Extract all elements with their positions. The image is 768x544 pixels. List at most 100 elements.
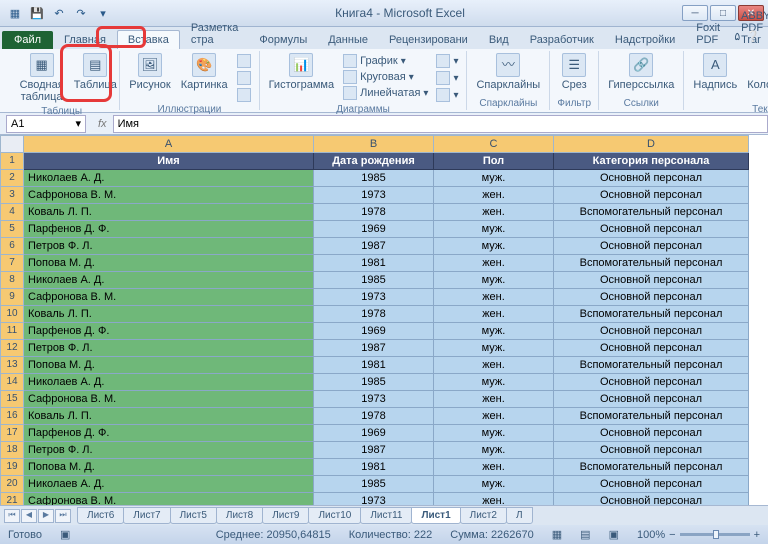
col-header-D[interactable]: D	[554, 135, 749, 153]
cell-name[interactable]: Сафронова В. М.	[24, 493, 314, 505]
formula-bar[interactable]: Имя	[113, 115, 768, 133]
cell-name[interactable]: Коваль Л. П.	[24, 306, 314, 323]
cell-year[interactable]: 1973	[314, 391, 434, 408]
qat-dropdown-icon[interactable]: ▾	[94, 4, 112, 22]
tab-insert[interactable]: Вставка	[117, 30, 180, 49]
cell-category[interactable]: Основной персонал	[554, 272, 749, 289]
cell-gender[interactable]: муж.	[434, 476, 554, 493]
screenshot-button[interactable]	[234, 87, 254, 103]
cell-name[interactable]: Петров Ф. Л.	[24, 442, 314, 459]
clipart-button[interactable]: 🎨Картинка	[177, 51, 232, 93]
row-header[interactable]: 11	[0, 323, 24, 340]
cell-year[interactable]: 1973	[314, 289, 434, 306]
cell-category[interactable]: Основной персонал	[554, 289, 749, 306]
sheet-nav-next[interactable]: ▶	[38, 509, 54, 523]
tab-view[interactable]: Вид	[479, 31, 519, 49]
row-header-1[interactable]: 1	[0, 153, 24, 170]
cell-gender[interactable]: муж.	[434, 170, 554, 187]
cell-name[interactable]: Николаев А. Д.	[24, 272, 314, 289]
cell-year[interactable]: 1978	[314, 204, 434, 221]
pivot-table-button[interactable]: ▦Сводная таблица	[9, 51, 74, 105]
cell-gender[interactable]: муж.	[434, 374, 554, 391]
cell-gender[interactable]: жен.	[434, 187, 554, 204]
sheet-tab[interactable]: Лист10	[308, 507, 361, 524]
cell-year[interactable]: 1981	[314, 255, 434, 272]
bar-chart-button[interactable]: Линейчатая ▾	[340, 85, 431, 101]
tab-data[interactable]: Данные	[318, 31, 378, 49]
smartart-button[interactable]	[234, 70, 254, 86]
cell-gender[interactable]: жен.	[434, 255, 554, 272]
file-tab[interactable]: Файл	[2, 31, 53, 49]
line-chart-button[interactable]: График ▾	[340, 53, 431, 69]
cell-category[interactable]: Основной персонал	[554, 221, 749, 238]
cell-name[interactable]: Попова М. Д.	[24, 459, 314, 476]
save-icon[interactable]: 💾	[28, 4, 46, 22]
sheet-tab[interactable]: Лист7	[123, 507, 170, 524]
cell-year[interactable]: 1973	[314, 187, 434, 204]
cell-category[interactable]: Основной персонал	[554, 170, 749, 187]
sheet-tab[interactable]: Лист9	[262, 507, 309, 524]
view-normal-icon[interactable]: ▦	[552, 528, 562, 541]
row-header[interactable]: 6	[0, 238, 24, 255]
cell-gender[interactable]: жен.	[434, 357, 554, 374]
cell-year[interactable]: 1987	[314, 340, 434, 357]
name-box-dropdown-icon[interactable]: ▾	[75, 117, 81, 130]
header-cell-gender[interactable]: Пол	[434, 153, 554, 170]
slicer-button[interactable]: ☰Срез	[555, 51, 593, 93]
cell-name[interactable]: Коваль Л. П.	[24, 204, 314, 221]
cell-gender[interactable]: жен.	[434, 391, 554, 408]
view-pagebreak-icon[interactable]: ▣	[609, 528, 619, 541]
row-header[interactable]: 3	[0, 187, 24, 204]
excel-icon[interactable]: ▦	[6, 4, 24, 22]
cell-name[interactable]: Николаев А. Д.	[24, 170, 314, 187]
row-header[interactable]: 21	[0, 493, 24, 505]
area-chart-button[interactable]: ▾	[433, 53, 461, 69]
cell-name[interactable]: Николаев А. Д.	[24, 476, 314, 493]
cell-category[interactable]: Основной персонал	[554, 340, 749, 357]
row-header[interactable]: 10	[0, 306, 24, 323]
sheet-tab[interactable]: Лист2	[460, 507, 507, 524]
cell-name[interactable]: Коваль Л. П.	[24, 408, 314, 425]
cell-category[interactable]: Основной персонал	[554, 374, 749, 391]
sheet-nav-prev[interactable]: ◀	[21, 509, 37, 523]
row-header[interactable]: 18	[0, 442, 24, 459]
cell-gender[interactable]: муж.	[434, 221, 554, 238]
cell-category[interactable]: Основной персонал	[554, 442, 749, 459]
cell-year[interactable]: 1985	[314, 170, 434, 187]
cell-name[interactable]: Сафронова В. М.	[24, 289, 314, 306]
row-header[interactable]: 5	[0, 221, 24, 238]
zoom-level[interactable]: 100%	[637, 529, 665, 541]
cell-gender[interactable]: жен.	[434, 493, 554, 505]
col-header-C[interactable]: C	[434, 135, 554, 153]
tab-home[interactable]: Главная	[54, 31, 116, 49]
cell-category[interactable]: Основной персонал	[554, 238, 749, 255]
tab-formulas[interactable]: Формулы	[249, 31, 317, 49]
pie-chart-button[interactable]: Круговая ▾	[340, 69, 431, 85]
shapes-button[interactable]	[234, 53, 254, 69]
cell-name[interactable]: Парфенов Д. Ф.	[24, 425, 314, 442]
row-header[interactable]: 15	[0, 391, 24, 408]
cell-year[interactable]: 1978	[314, 306, 434, 323]
table-button[interactable]: ▤Таблица	[76, 51, 114, 93]
cell-year[interactable]: 1985	[314, 476, 434, 493]
cell-category[interactable]: Основной персонал	[554, 425, 749, 442]
spreadsheet-grid[interactable]: A B C D 1 Имя Дата рождения Пол Категори…	[0, 135, 768, 505]
zoom-out-button[interactable]: −	[669, 529, 675, 541]
fx-icon[interactable]: fx	[92, 118, 113, 130]
col-header-B[interactable]: B	[314, 135, 434, 153]
sheet-nav-last[interactable]: ⏭	[55, 509, 71, 523]
sheet-tab[interactable]: Лист11	[360, 507, 412, 524]
cell-gender[interactable]: муж.	[434, 272, 554, 289]
row-header[interactable]: 12	[0, 340, 24, 357]
tab-review[interactable]: Рецензировани	[379, 31, 478, 49]
cell-year[interactable]: 1969	[314, 221, 434, 238]
sheet-tab[interactable]: Лист5	[170, 507, 217, 524]
header-footer-button[interactable]: ▭Колонтитулы	[743, 51, 768, 93]
header-cell-year[interactable]: Дата рождения	[314, 153, 434, 170]
cell-category[interactable]: Вспомогательный персонал	[554, 255, 749, 272]
cell-gender[interactable]: жен.	[434, 204, 554, 221]
row-header[interactable]: 2	[0, 170, 24, 187]
cell-name[interactable]: Попова М. Д.	[24, 255, 314, 272]
cell-category[interactable]: Вспомогательный персонал	[554, 357, 749, 374]
cell-gender[interactable]: муж.	[434, 442, 554, 459]
